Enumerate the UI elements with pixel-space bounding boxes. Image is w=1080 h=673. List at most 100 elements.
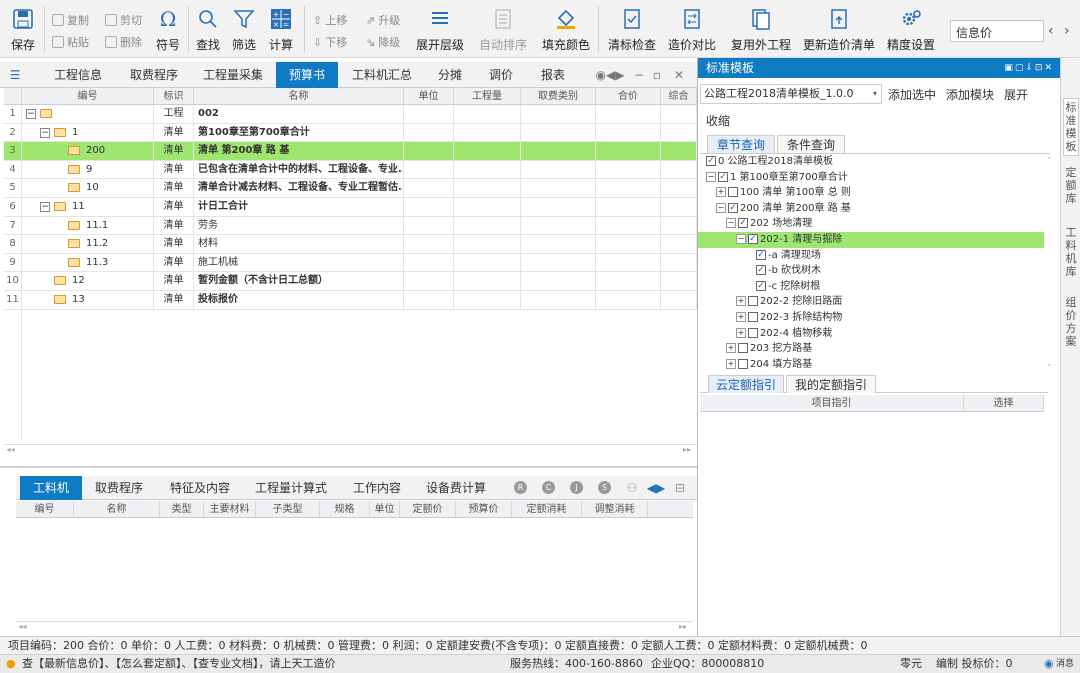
tab-price-adjust[interactable]: 调价 — [478, 62, 524, 88]
row-qty[interactable] — [454, 216, 521, 235]
tree-node[interactable]: − ✓ 202 场地清理 — [698, 216, 1044, 232]
header-name[interactable]: 名称 — [194, 88, 404, 104]
bheader-unit[interactable]: 单位 — [370, 501, 400, 517]
bheader-adjust-consume[interactable]: 调整消耗 — [582, 501, 648, 517]
panel-controls-icon[interactable]: ▣▢⇩⊡✕ — [1004, 58, 1054, 78]
tab-work-content[interactable]: 工作内容 — [346, 476, 408, 500]
header-flag[interactable]: 标识 — [154, 88, 194, 104]
tree-node[interactable]: +203 挖方路基 — [698, 341, 1044, 357]
checkbox-icon[interactable]: ✓ — [706, 156, 716, 166]
horizontal-scrollbar[interactable]: ◂◂ ▸▸ — [4, 444, 697, 454]
tab-bottom-fee-program[interactable]: 取费程序 — [88, 476, 150, 500]
move-up-button[interactable]: ⇧ 上移 — [313, 11, 347, 29]
collapse-toggle-icon[interactable]: − — [26, 109, 36, 119]
chevron-left-icon[interactable]: ‹ — [1048, 23, 1054, 39]
tree-node[interactable]: ✓ -a 清理现场 — [698, 248, 1044, 264]
vtab-standard-template[interactable]: 标准模板 — [1063, 98, 1079, 156]
table-row[interactable]: 2−1 清单 第100章至第700章合计 — [4, 123, 697, 143]
splitter[interactable] — [0, 466, 697, 468]
cut-button[interactable]: 剪切 — [105, 11, 142, 29]
header-qty[interactable]: 工程量 — [454, 88, 521, 104]
tab-allocation[interactable]: 分摊 — [426, 62, 474, 88]
checkbox-icon[interactable] — [748, 327, 758, 338]
gheader-item-guide[interactable]: 项目指引 — [700, 395, 964, 411]
tab-condition-query[interactable]: 条件查询 — [777, 135, 845, 153]
row-category[interactable] — [521, 253, 596, 272]
expand-toggle-icon[interactable]: + — [716, 187, 726, 198]
tab-my-guide[interactable]: 我的定额指引 — [786, 375, 876, 393]
tree-node[interactable]: ✓ 0 公路工程2018清单模板 — [698, 154, 1044, 170]
minimize-icon[interactable]: − — [632, 62, 646, 88]
row-unit[interactable] — [404, 160, 454, 179]
bheader-budget-price[interactable]: 预算价 — [456, 501, 512, 517]
tree-node[interactable]: +202-4 植物移栽 — [698, 326, 1044, 342]
checkbox-icon[interactable] — [738, 358, 748, 369]
collapse-toggle-icon[interactable]: − — [716, 202, 726, 213]
price-compare-button[interactable]: 造价对比 — [666, 0, 718, 58]
row-name[interactable]: 清单合计减去材料、工程设备、专业工程暂估... — [194, 179, 404, 197]
bottom-horizontal-scrollbar[interactable]: ◂◂ ▸▸ — [16, 621, 693, 631]
row-name[interactable]: 第100章至第700章合计 — [194, 123, 404, 142]
row-category[interactable] — [521, 179, 596, 197]
row-code[interactable]: 12 — [22, 272, 154, 290]
checkbox-icon[interactable]: ✓ — [718, 171, 728, 182]
chevron-right-icon[interactable]: › — [1064, 23, 1070, 39]
row-code[interactable]: 11.2 — [22, 235, 154, 253]
tab-quantity-formula[interactable]: 工程量计算式 — [248, 476, 334, 500]
tree-node[interactable]: ✓ -c 挖除树根 — [698, 279, 1044, 295]
row-name[interactable]: 计日工合计 — [194, 198, 404, 216]
tree-node[interactable]: ✓ -b 砍伐树木 — [698, 263, 1044, 279]
header-code[interactable]: 编号 — [22, 88, 154, 104]
row-unit[interactable] — [404, 105, 454, 123]
c-icon[interactable]: C — [542, 481, 555, 494]
row-unit[interactable] — [404, 142, 454, 160]
collapse-toggle-icon[interactable]: − — [736, 234, 746, 244]
bheader-name[interactable]: 名称 — [74, 501, 160, 517]
delete-button[interactable]: 删除 — [105, 33, 142, 51]
template-select[interactable]: 公路工程2018清单模板_1.0.0 ▾ — [700, 84, 882, 104]
tab-equipment-fee[interactable]: 设备费计算 — [418, 476, 494, 500]
move-down-button[interactable]: ⇩ 下移 — [313, 33, 347, 51]
checkbox-icon[interactable]: ✓ — [756, 265, 766, 276]
s-icon[interactable]: S — [598, 481, 611, 494]
table-row[interactable]: 5 10 清单 清单合计减去材料、工程设备、专业工程暂估... — [4, 179, 697, 198]
row-category[interactable] — [521, 272, 596, 290]
expand-toggle-icon[interactable]: + — [736, 312, 746, 322]
row-category[interactable] — [521, 235, 596, 253]
expand-toggle-icon[interactable]: + — [736, 327, 746, 338]
collapse-button[interactable]: 收缩 — [706, 112, 730, 129]
row-code[interactable]: 11.1 — [22, 216, 154, 235]
row-code[interactable]: 9 — [22, 160, 154, 179]
checkbox-icon[interactable] — [738, 343, 748, 354]
r-icon[interactable]: R — [514, 481, 527, 494]
row-name[interactable]: 暂列金额（不含计日工总额） — [194, 272, 404, 290]
row-name[interactable]: 劳务 — [194, 216, 404, 235]
status-unit[interactable]: 零元 — [900, 655, 922, 673]
table-row[interactable]: 7 11.1 清单 劳务 — [4, 216, 697, 236]
row-code[interactable]: 13 — [22, 291, 154, 309]
header-unit[interactable]: 单位 — [404, 88, 454, 104]
symbol-button[interactable]: Ω 符号 — [152, 0, 184, 58]
gheader-select[interactable]: 选择 — [964, 395, 1044, 411]
row-category[interactable] — [521, 216, 596, 235]
row-qty[interactable] — [454, 253, 521, 272]
tree-node[interactable]: − ✓ 200 清单 第200章 路 基 — [698, 201, 1044, 217]
upgrade-button[interactable]: ⇗ 升级 — [366, 11, 400, 29]
tab-chapter-query[interactable]: 章节查询 — [707, 135, 775, 153]
row-category[interactable] — [521, 291, 596, 309]
check-bill-button[interactable]: 清标检查 — [606, 0, 658, 58]
header-total[interactable]: 合价 — [596, 88, 661, 104]
close-icon[interactable]: ✕ — [672, 62, 686, 88]
bheader-quota-price[interactable]: 定额价 — [400, 501, 456, 517]
save-button[interactable]: 保存 — [6, 0, 40, 58]
row-unit[interactable] — [404, 123, 454, 142]
row-qty[interactable] — [454, 142, 521, 160]
expand-toggle-icon[interactable]: + — [736, 296, 746, 307]
table-row[interactable]: 1− 工程 002 — [4, 105, 697, 124]
tab-material-summary[interactable]: 工料机汇总 — [344, 62, 420, 88]
row-unit[interactable] — [404, 235, 454, 253]
tree-node[interactable]: +204 填方路基 — [698, 357, 1044, 370]
row-qty[interactable] — [454, 179, 521, 197]
bheader-subtype[interactable]: 子类型 — [256, 501, 320, 517]
checkbox-icon[interactable]: ✓ — [756, 280, 766, 291]
